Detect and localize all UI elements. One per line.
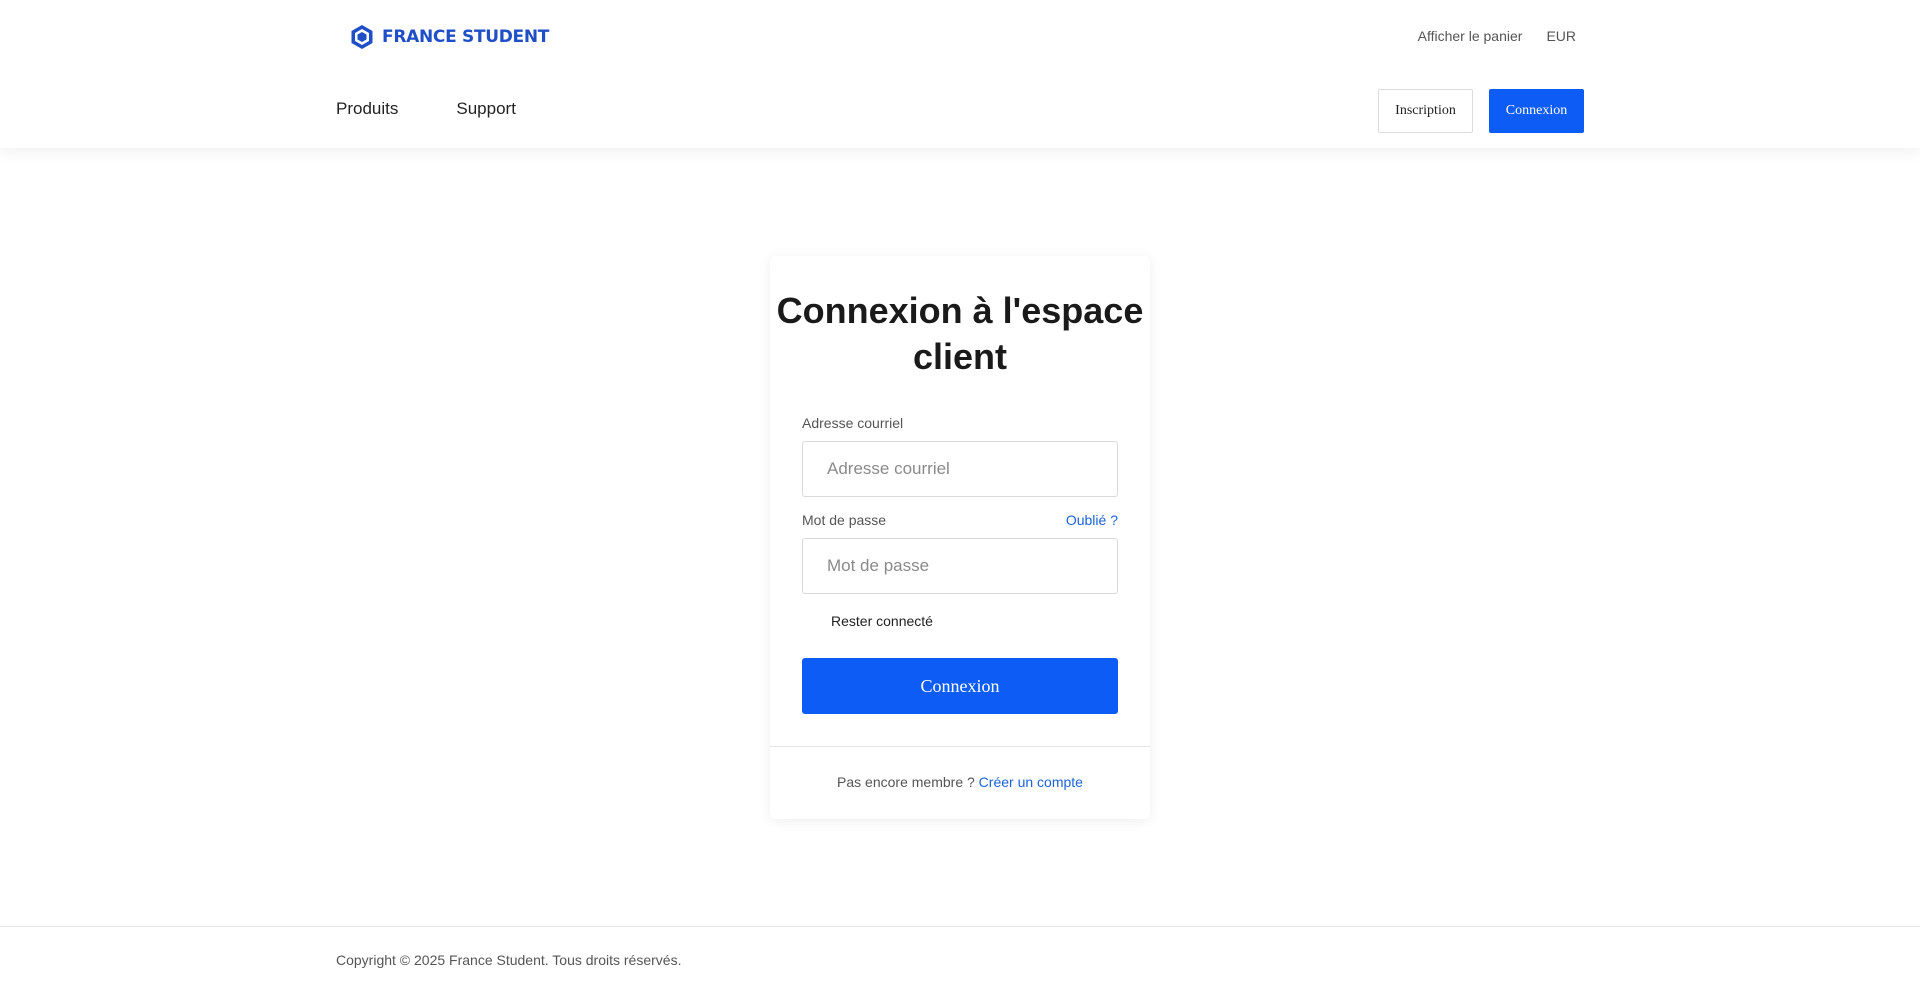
brand-logo[interactable]: FRANCE STUDENT xyxy=(350,22,549,52)
view-cart-link[interactable]: Afficher le panier xyxy=(1418,28,1523,44)
site-header: FRANCE STUDENT Afficher le panier EUR Pr… xyxy=(0,0,1920,148)
page-title: Connexion à l'espace client xyxy=(776,290,1144,377)
nav-item-products[interactable]: Produits xyxy=(336,99,398,119)
remember-me-toggle[interactable]: Rester connecté xyxy=(831,613,933,629)
login-card: Connexion à l'espace client Adresse cour… xyxy=(770,256,1150,819)
forgot-password-link[interactable]: Oublié ? xyxy=(1066,512,1118,528)
password-label: Mot de passe xyxy=(802,512,887,528)
nav-item-support[interactable]: Support xyxy=(456,99,516,119)
signup-prompt-text: Pas encore membre ? xyxy=(837,774,975,790)
header-login-button[interactable]: Connexion xyxy=(1489,89,1584,133)
top-links: Afficher le panier EUR xyxy=(1418,28,1576,44)
hexagon-shield-icon xyxy=(351,25,373,49)
logo-text: FRANCE STUDENT xyxy=(382,27,550,47)
signup-button[interactable]: Inscription xyxy=(1378,89,1473,133)
main-nav: Produits Support xyxy=(336,99,516,119)
email-label: Adresse courriel xyxy=(802,415,904,431)
create-account-link[interactable]: Créer un compte xyxy=(979,774,1083,790)
site-footer: Copyright © 2025 France Student. Tous dr… xyxy=(0,926,1920,993)
copyright-text: Copyright © 2025 France Student. Tous dr… xyxy=(336,952,682,968)
login-submit-button[interactable]: Connexion xyxy=(802,658,1118,714)
card-divider xyxy=(770,746,1150,747)
currency-selector[interactable]: EUR xyxy=(1546,28,1576,44)
email-field[interactable] xyxy=(802,441,1118,497)
signup-prompt: Pas encore membre ? Créer un compte xyxy=(770,774,1150,790)
password-field[interactable] xyxy=(802,538,1118,594)
